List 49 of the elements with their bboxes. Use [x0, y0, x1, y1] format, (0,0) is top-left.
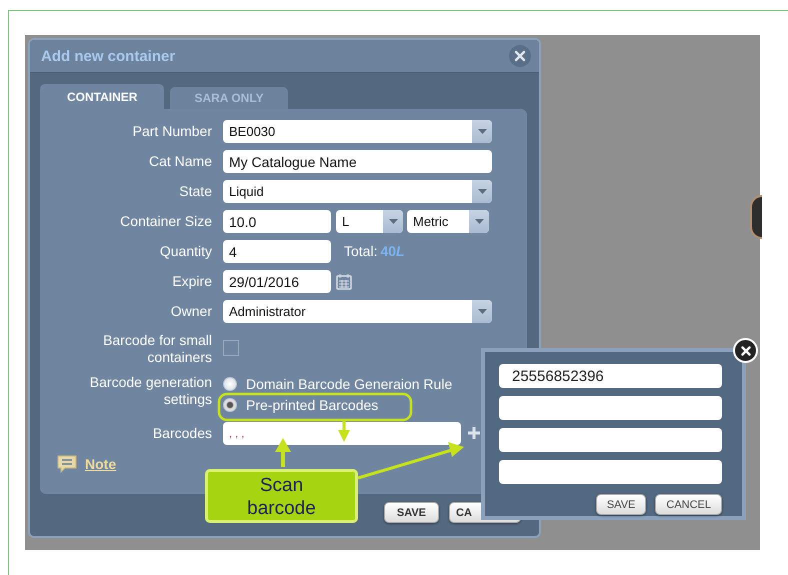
dropdown[interactable]: Administrator [223, 300, 492, 323]
arrow [275, 438, 291, 467]
field-label: Part Number [132, 122, 212, 141]
barcode-field[interactable]: 25556852396 [499, 364, 722, 388]
date-field[interactable]: 29/01/2016 [223, 270, 331, 293]
field-label: Barcodes [152, 424, 212, 443]
field-label: State [178, 182, 212, 201]
dropdown[interactable]: L [336, 210, 403, 233]
total-value: 40L [380, 242, 405, 261]
text-field[interactable]: My Catalogue Name [223, 150, 492, 173]
field-label: Cat Name [148, 152, 212, 171]
caret-icon [388, 219, 398, 224]
barcodes-field[interactable]: , , , [223, 422, 461, 445]
field-label: Barcode generation settings [88, 373, 212, 409]
field-label: Owner [170, 302, 212, 321]
popup-button[interactable]: SAVE [596, 494, 646, 515]
radio-label: Pre-printed Barcodes [246, 397, 378, 413]
field-label: Container Size [119, 212, 212, 231]
checkbox[interactable] [223, 340, 239, 356]
calendar-icon[interactable] [336, 273, 352, 290]
dialog-button[interactable]: SAVE [384, 502, 439, 523]
barcode-field[interactable] [499, 396, 722, 420]
plus-icon[interactable] [467, 426, 481, 440]
field-label: Expire [171, 272, 212, 291]
total-label: Total: [344, 242, 378, 261]
text-field[interactable]: 10.0 [223, 210, 331, 233]
radio-button[interactable] [223, 398, 237, 412]
close-icon [740, 346, 750, 356]
dialog-title: Add new container [41, 48, 176, 64]
field-label: Quantity [158, 242, 212, 261]
field-label: Barcode for small containers [102, 331, 212, 367]
text-field[interactable]: 4 [223, 240, 331, 263]
tab[interactable]: CONTAINER [40, 84, 164, 109]
radio-button[interactable] [223, 377, 237, 391]
radio-label: Domain Barcode Generaion Rule [246, 376, 452, 392]
barcode-field[interactable] [499, 428, 722, 452]
caret-icon [478, 189, 486, 194]
barcode-field[interactable] [499, 460, 722, 484]
caret-icon [474, 219, 484, 224]
dropdown[interactable]: BE0030 [223, 120, 492, 143]
caret-icon [478, 129, 486, 134]
arrow [338, 420, 350, 442]
popup-button[interactable]: CANCEL [655, 494, 722, 515]
close-icon [514, 50, 526, 62]
callout-label: Scan barcode [205, 469, 358, 523]
comment-icon [57, 454, 77, 474]
dropdown[interactable]: Metric [407, 210, 489, 233]
caret-icon [478, 309, 486, 314]
dropdown[interactable]: Liquid [223, 180, 492, 203]
